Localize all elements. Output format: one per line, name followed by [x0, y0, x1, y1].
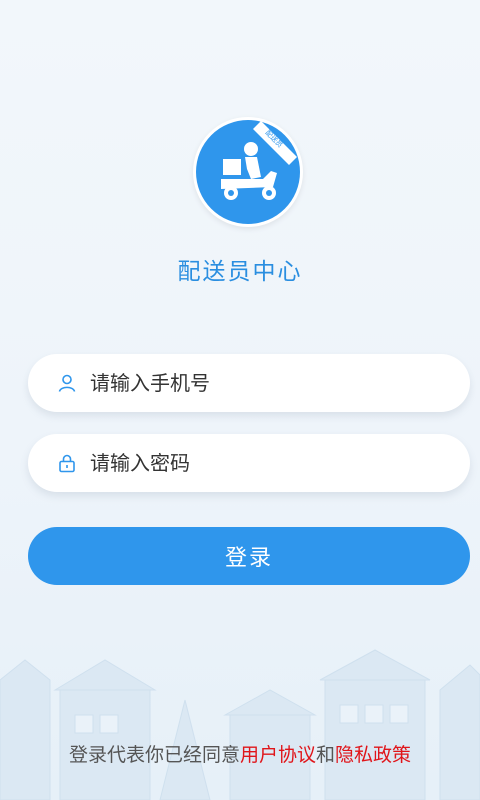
- app-logo: 配送员: [193, 117, 303, 227]
- phone-field[interactable]: [28, 354, 470, 412]
- page-title: 配送员中心: [177, 259, 303, 285]
- lock-icon: [56, 452, 78, 474]
- delivery-scooter-icon: 配送员: [196, 120, 300, 224]
- user-icon: [56, 372, 78, 394]
- login-button[interactable]: 登录: [28, 527, 470, 585]
- phone-input[interactable]: [88, 370, 470, 396]
- agreement-text: 登录代表你已经同意用户协议和隐私政策: [0, 740, 480, 767]
- agreement-connector: 和: [316, 744, 336, 766]
- privacy-policy-link[interactable]: 隐私政策: [335, 744, 411, 766]
- password-input[interactable]: [88, 450, 470, 476]
- agreement-prefix: 登录代表你已经同意: [68, 744, 240, 766]
- password-field[interactable]: [28, 434, 470, 492]
- user-agreement-link[interactable]: 用户协议: [240, 744, 316, 766]
- city-skyline-background: [0, 649, 480, 800]
